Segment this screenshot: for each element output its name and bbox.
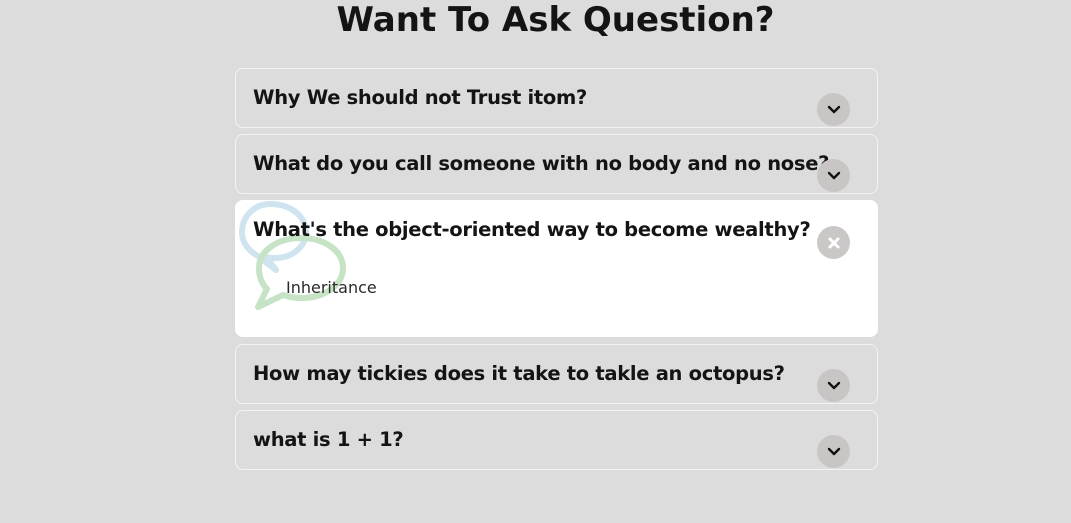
close-icon: [828, 237, 839, 248]
chevron-down-icon: [827, 381, 840, 389]
faq-item-5[interactable]: what is 1 + 1?: [235, 410, 878, 470]
faq-question: Why We should not Trust itom?: [253, 86, 588, 109]
expand-button[interactable]: [817, 159, 850, 192]
chevron-down-icon: [827, 171, 840, 179]
faq-question: What do you call someone with no body an…: [253, 152, 830, 175]
faq-list: Why We should not Trust itom? What do yo…: [235, 68, 878, 476]
page-title: Want To Ask Question?: [336, 0, 775, 40]
faq-answer: Inheritance: [286, 278, 377, 297]
faq-item-4[interactable]: How may tickies does it take to takle an…: [235, 344, 878, 404]
faq-question: What's the object-oriented way to become…: [253, 218, 811, 241]
faq-item-1[interactable]: Why We should not Trust itom?: [235, 68, 878, 128]
chevron-down-icon: [827, 447, 840, 455]
collapse-button[interactable]: [817, 226, 850, 259]
faq-item-2[interactable]: What do you call someone with no body an…: [235, 134, 878, 194]
faq-item-3[interactable]: What's the object-oriented way to become…: [235, 200, 878, 337]
chevron-down-icon: [827, 105, 840, 113]
faq-question: what is 1 + 1?: [253, 428, 404, 451]
expand-button[interactable]: [817, 93, 850, 126]
expand-button[interactable]: [817, 369, 850, 402]
expand-button[interactable]: [817, 435, 850, 468]
faq-question: How may tickies does it take to takle an…: [253, 362, 785, 385]
